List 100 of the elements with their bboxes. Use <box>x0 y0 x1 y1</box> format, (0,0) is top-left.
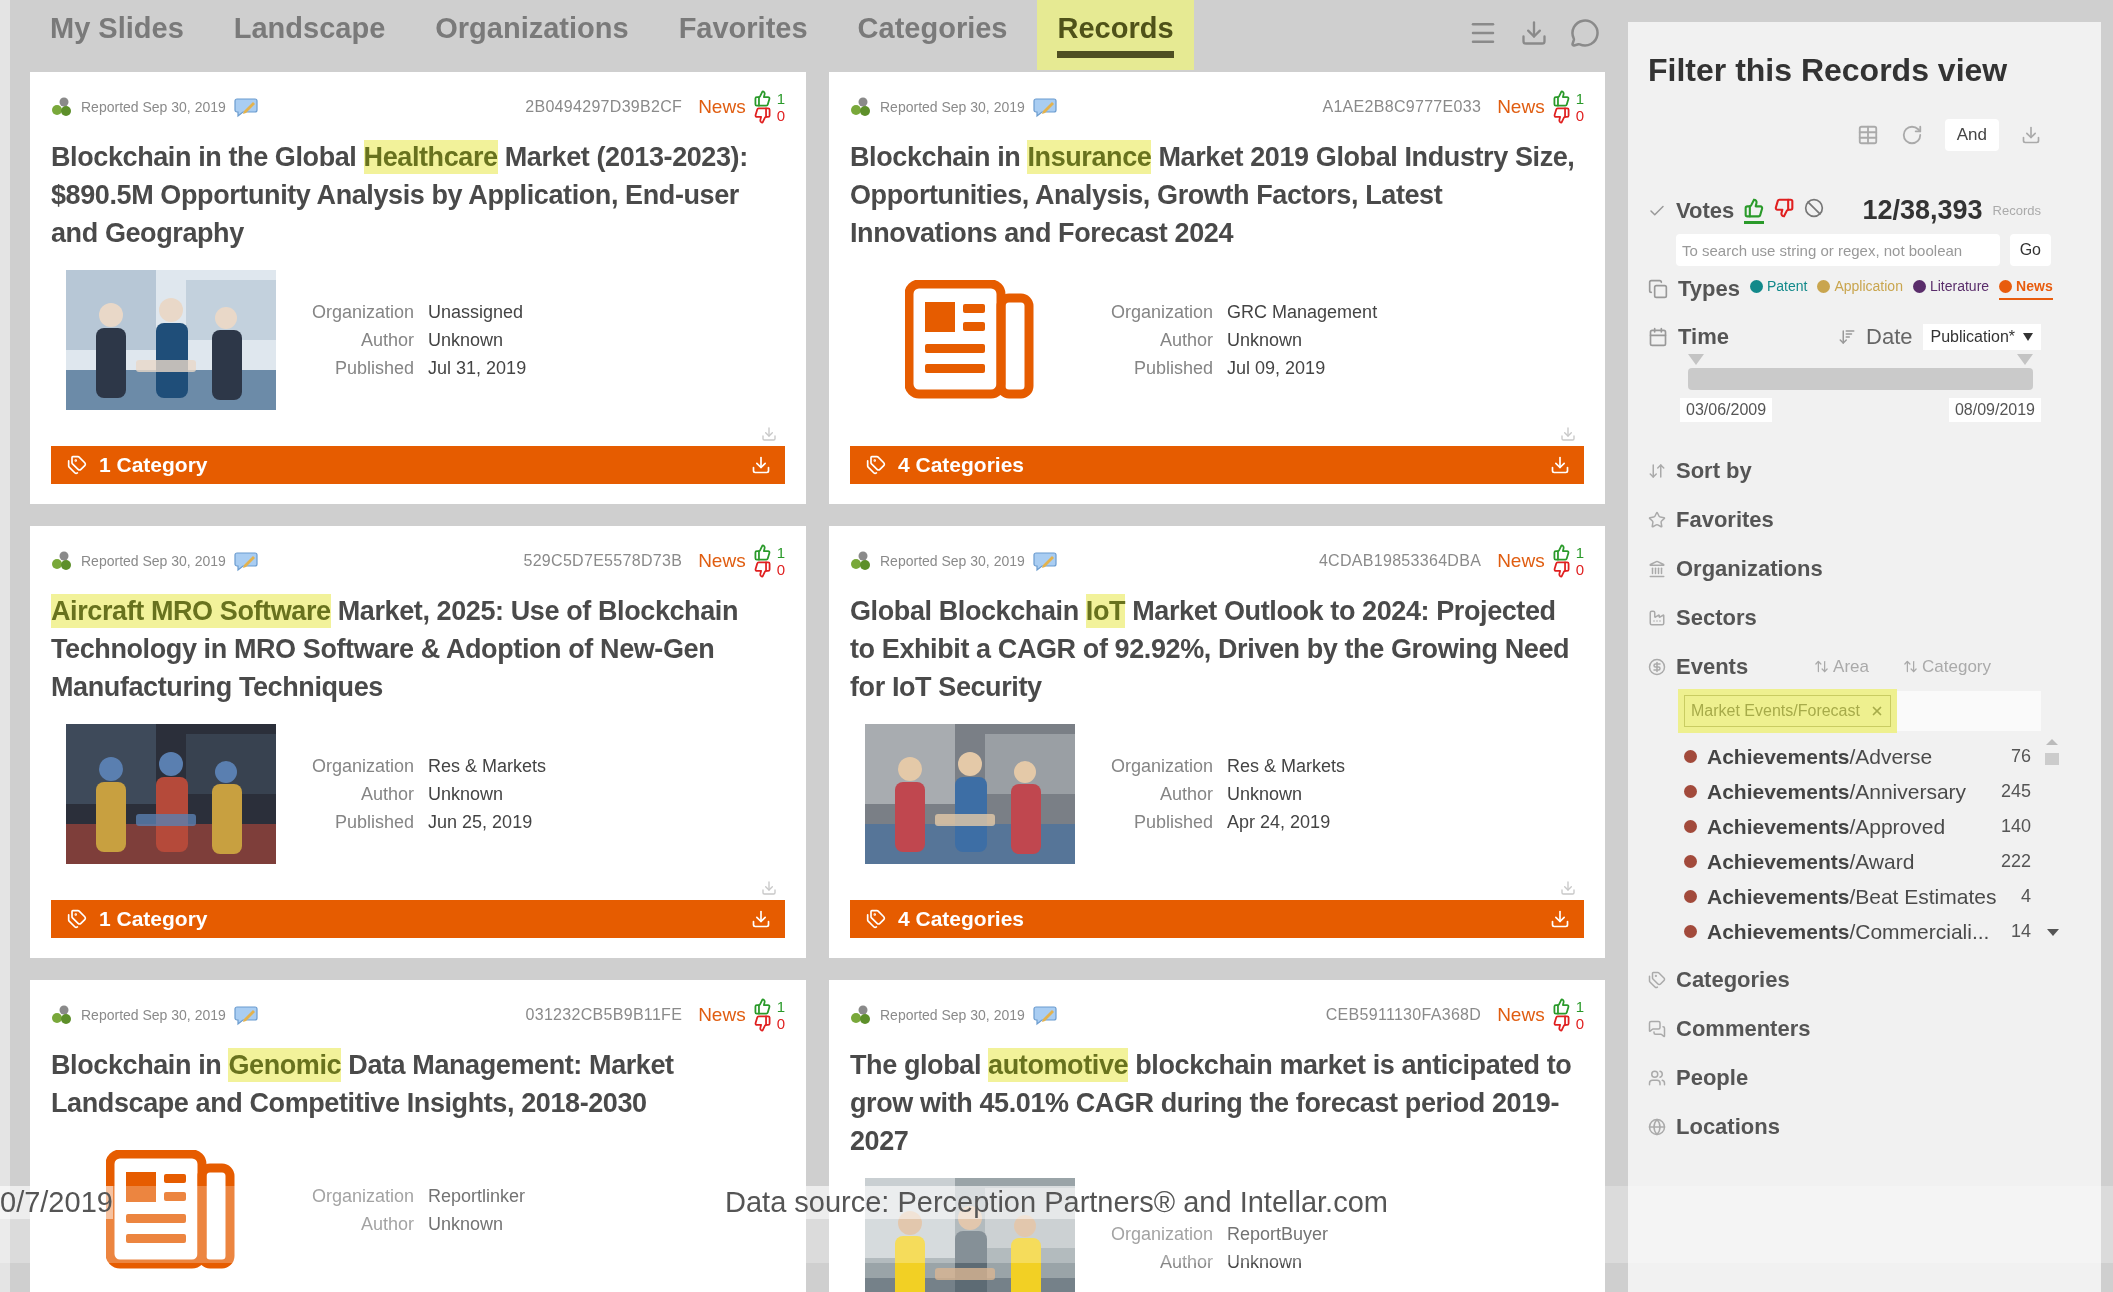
reporter-icon <box>51 1005 73 1025</box>
comment-icon[interactable] <box>233 550 258 572</box>
field-value: Unknown <box>1227 1251 1304 1273</box>
event-item[interactable]: Achievements/Approved 140 <box>1684 809 2031 844</box>
thumbs-up-icon[interactable] <box>753 998 771 1015</box>
record-title[interactable]: Blockchain in Insurance Market 2019 Global Industry Size, Opportunities, Analysis, Growth Factors, Latest Innovations and Forecast 2024 <box>850 138 1584 252</box>
event-item[interactable]: Achievements/Anniversary 245 <box>1684 774 2031 809</box>
category-bar[interactable]: 4 Categories <box>850 900 1584 938</box>
download-icon[interactable] <box>761 880 777 896</box>
table-icon[interactable] <box>1856 124 1879 146</box>
record-title[interactable]: Blockchain in the Global Healthcare Market (2013-2023): $890.5M Opportunity Analysis by Application, End-user and Geography <box>51 138 785 252</box>
download-icon[interactable] <box>1560 426 1576 442</box>
thumbs-down-icon[interactable] <box>753 107 771 124</box>
field-label: Author <box>1159 329 1214 351</box>
scroll-down-icon[interactable] <box>2047 929 2059 937</box>
slider-thumb[interactable] <box>1688 354 1704 366</box>
download-icon[interactable] <box>1520 19 1548 47</box>
field-value: Unknown <box>428 783 505 805</box>
filter-section[interactable]: Sort by <box>1648 446 1752 495</box>
filter-section[interactable]: Categories <box>1648 955 1790 1004</box>
download-icon[interactable] <box>1550 909 1570 929</box>
download-icon[interactable] <box>761 426 777 442</box>
download-icon[interactable] <box>751 909 771 929</box>
comment-icon[interactable] <box>233 96 258 118</box>
thumbs-down-icon[interactable] <box>753 561 771 578</box>
thumbs-up-icon[interactable] <box>1552 544 1570 561</box>
comment-icon[interactable] <box>1032 550 1057 572</box>
globe-icon <box>1648 1117 1666 1136</box>
tag-icon <box>866 455 886 475</box>
comment-icon[interactable] <box>233 1004 258 1026</box>
section-label[interactable]: Events <box>1676 653 1749 680</box>
search-field[interactable]: To search use string or regex, not boolean <box>1676 234 2000 266</box>
type-filter[interactable]: Literature <box>1912 278 1990 300</box>
chat-icon[interactable] <box>1570 18 1600 48</box>
field-value: Jul 09, 2019 <box>1227 357 1327 379</box>
reported-date: Reported Sep 30, 2019 <box>81 99 226 115</box>
filter-section[interactable]: Favorites <box>1648 495 1774 544</box>
comment-icon[interactable] <box>1032 1004 1057 1026</box>
up-vote-count: 1 <box>776 91 785 106</box>
event-item[interactable]: Achievements/Adverse 76 <box>1684 739 2031 774</box>
event-item[interactable]: Achievements/Commerciali... 14 <box>1684 914 2031 949</box>
thumbs-up-icon[interactable] <box>1552 90 1570 107</box>
download-icon[interactable] <box>2021 125 2041 145</box>
download-icon[interactable] <box>751 455 771 475</box>
thumbs-down-icon[interactable] <box>1552 1015 1570 1032</box>
event-item[interactable]: Achievements/Award 222 <box>1684 844 2031 879</box>
dollar-icon <box>1648 657 1666 676</box>
reported-date: Reported Sep 30, 2019 <box>880 553 1025 569</box>
download-icon[interactable] <box>1550 455 1570 475</box>
category-count: 1 Category <box>99 453 208 477</box>
category-bar[interactable]: 1 Category <box>51 900 785 938</box>
category-count: 1 Category <box>99 907 208 931</box>
thumbs-down-icon[interactable] <box>1552 561 1570 578</box>
record-title[interactable]: The global automotive blockchain market is anticipated to grow with 45.01% CAGR during the forecast period 2019-2027 <box>850 1046 1584 1160</box>
sort-icon <box>1648 461 1666 480</box>
vote-filter[interactable] <box>1744 197 1765 224</box>
nav-tab[interactable]: Records <box>1037 0 1194 70</box>
chat-icon <box>1648 1019 1666 1038</box>
field-value: Unknown <box>1227 783 1304 805</box>
thumbs-up-icon[interactable] <box>753 90 771 107</box>
up-vote-count: 1 <box>776 545 785 560</box>
reporter-icon <box>850 551 872 571</box>
newspaper-icon <box>905 280 1035 400</box>
filter-section[interactable]: Locations <box>1648 1102 1780 1151</box>
down-vote-count: 0 <box>776 108 785 123</box>
logic-button[interactable]: And <box>1944 119 1999 151</box>
filter-section[interactable]: Organizations <box>1648 544 1823 593</box>
field-value: ReportBuyer <box>1227 1223 1329 1245</box>
record-id: 4CDAB19853364DBA <box>1318 552 1482 570</box>
sort-icon <box>1903 659 1918 674</box>
refresh-icon[interactable] <box>1900 124 1923 146</box>
date-select[interactable]: Publication* <box>1922 324 2041 350</box>
caret-icon <box>2023 333 2033 341</box>
thumbs-down-icon[interactable] <box>1552 107 1570 124</box>
record-title[interactable]: Aircraft MRO Software Market, 2025: Use of Blockchain Technology in MRO Software & Adoption of New-Gen Manufacturing Techniques <box>51 592 785 706</box>
event-item[interactable]: Achievements/Beat Estimates 4 <box>1684 879 2031 914</box>
filter-section[interactable]: People <box>1648 1053 1749 1102</box>
go-button[interactable]: Go <box>2009 234 2051 266</box>
reporter-icon <box>850 97 872 117</box>
filter-section[interactable]: Sectors <box>1648 593 1757 642</box>
record-type: News <box>698 1004 746 1026</box>
thumbs-up-icon[interactable] <box>1552 998 1570 1015</box>
sort-icon[interactable] <box>1838 328 1856 346</box>
star-icon <box>1648 510 1666 529</box>
download-icon[interactable] <box>1560 880 1576 896</box>
comment-icon[interactable] <box>1032 96 1057 118</box>
type-filter[interactable]: Patent <box>1749 278 1808 300</box>
record-title[interactable]: Blockchain in Genomic Data Management: Market Landscape and Competitive Insights, 2018-2030 <box>51 1046 785 1122</box>
category-bar[interactable]: 4 Categories <box>850 446 1584 484</box>
field-value: Res & Markets <box>428 755 547 777</box>
up-vote-count: 1 <box>1575 91 1584 106</box>
slider-thumb[interactable] <box>2017 354 2033 366</box>
category-bar[interactable]: 1 Category <box>51 446 785 484</box>
field-label: Author <box>360 329 415 351</box>
down-vote-count: 0 <box>1575 562 1584 577</box>
thumbs-up-icon[interactable] <box>753 544 771 561</box>
record-type: News <box>698 550 746 572</box>
filter-section[interactable]: Commenters <box>1648 1004 1811 1053</box>
thumbs-down-icon[interactable] <box>753 1015 771 1032</box>
factory-icon <box>1648 608 1666 627</box>
